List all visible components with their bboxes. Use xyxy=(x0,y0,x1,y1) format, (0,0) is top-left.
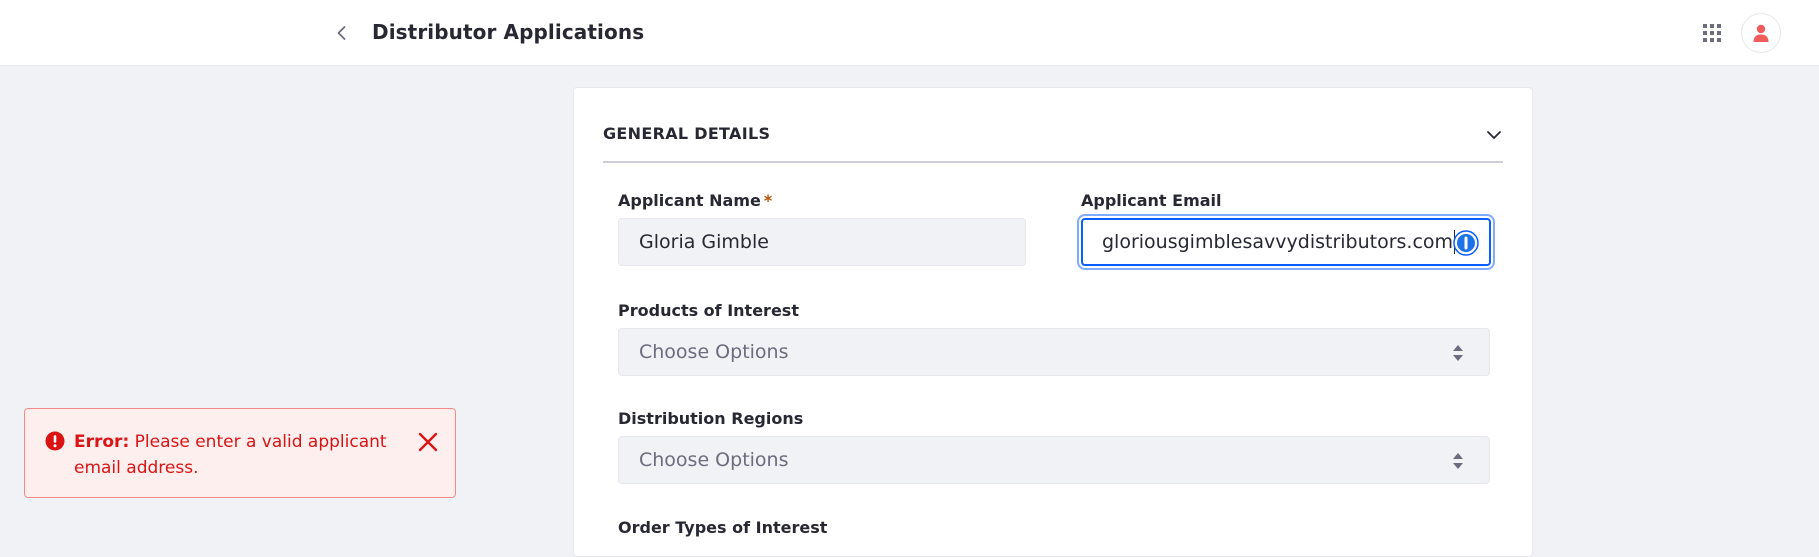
products-of-interest-label: Products of Interest xyxy=(618,301,799,320)
chevron-down-icon xyxy=(1487,131,1501,139)
section-title: GENERAL DETAILS xyxy=(603,124,771,143)
products-placeholder: Choose Options xyxy=(639,341,789,363)
applicant-name-label-text: Applicant Name xyxy=(618,191,761,210)
applicant-name-label: Applicant Name * xyxy=(618,191,772,210)
page-title: Distributor Applications xyxy=(372,20,645,44)
toast-message: Error: Please enter a valid applicant em… xyxy=(74,429,404,481)
general-details-section-header[interactable]: GENERAL DETAILS xyxy=(603,88,1503,163)
chevron-left-icon xyxy=(337,26,346,40)
applicant-email-value: gloriousgimblesavvydistributors.com xyxy=(1102,231,1454,253)
top-header-bar: Distributor Applications xyxy=(0,0,1819,66)
regions-placeholder: Choose Options xyxy=(639,449,789,471)
caret-double-icon xyxy=(1453,345,1463,361)
toast-prefix: Error: xyxy=(74,432,130,452)
applicant-email-label: Applicant Email xyxy=(1081,191,1222,210)
distribution-regions-label: Distribution Regions xyxy=(618,409,804,428)
form-card: GENERAL DETAILS Applicant Name * Gloria G… xyxy=(573,87,1533,557)
user-icon xyxy=(1753,24,1769,42)
password-manager-icon[interactable] xyxy=(1453,230,1479,256)
applicant-name-input[interactable]: Gloria Gimble xyxy=(618,218,1026,266)
error-toast: Error: Please enter a valid applicant em… xyxy=(24,408,456,498)
caret-double-icon xyxy=(1453,453,1463,469)
applicant-email-input[interactable]: gloriousgimblesavvydistributors.com xyxy=(1081,218,1491,266)
required-mark: * xyxy=(763,191,773,210)
apps-menu-button[interactable] xyxy=(1698,19,1726,47)
applicant-name-value: Gloria Gimble xyxy=(639,231,769,253)
grid-icon xyxy=(1703,24,1721,42)
exclamation-circle-icon xyxy=(45,431,65,451)
close-icon[interactable] xyxy=(415,429,441,455)
order-types-label: Order Types of Interest xyxy=(618,518,828,537)
distribution-regions-select[interactable]: Choose Options xyxy=(618,436,1490,484)
user-avatar-button[interactable] xyxy=(1741,13,1781,53)
products-of-interest-select[interactable]: Choose Options xyxy=(618,328,1490,376)
back-button[interactable] xyxy=(328,19,356,47)
